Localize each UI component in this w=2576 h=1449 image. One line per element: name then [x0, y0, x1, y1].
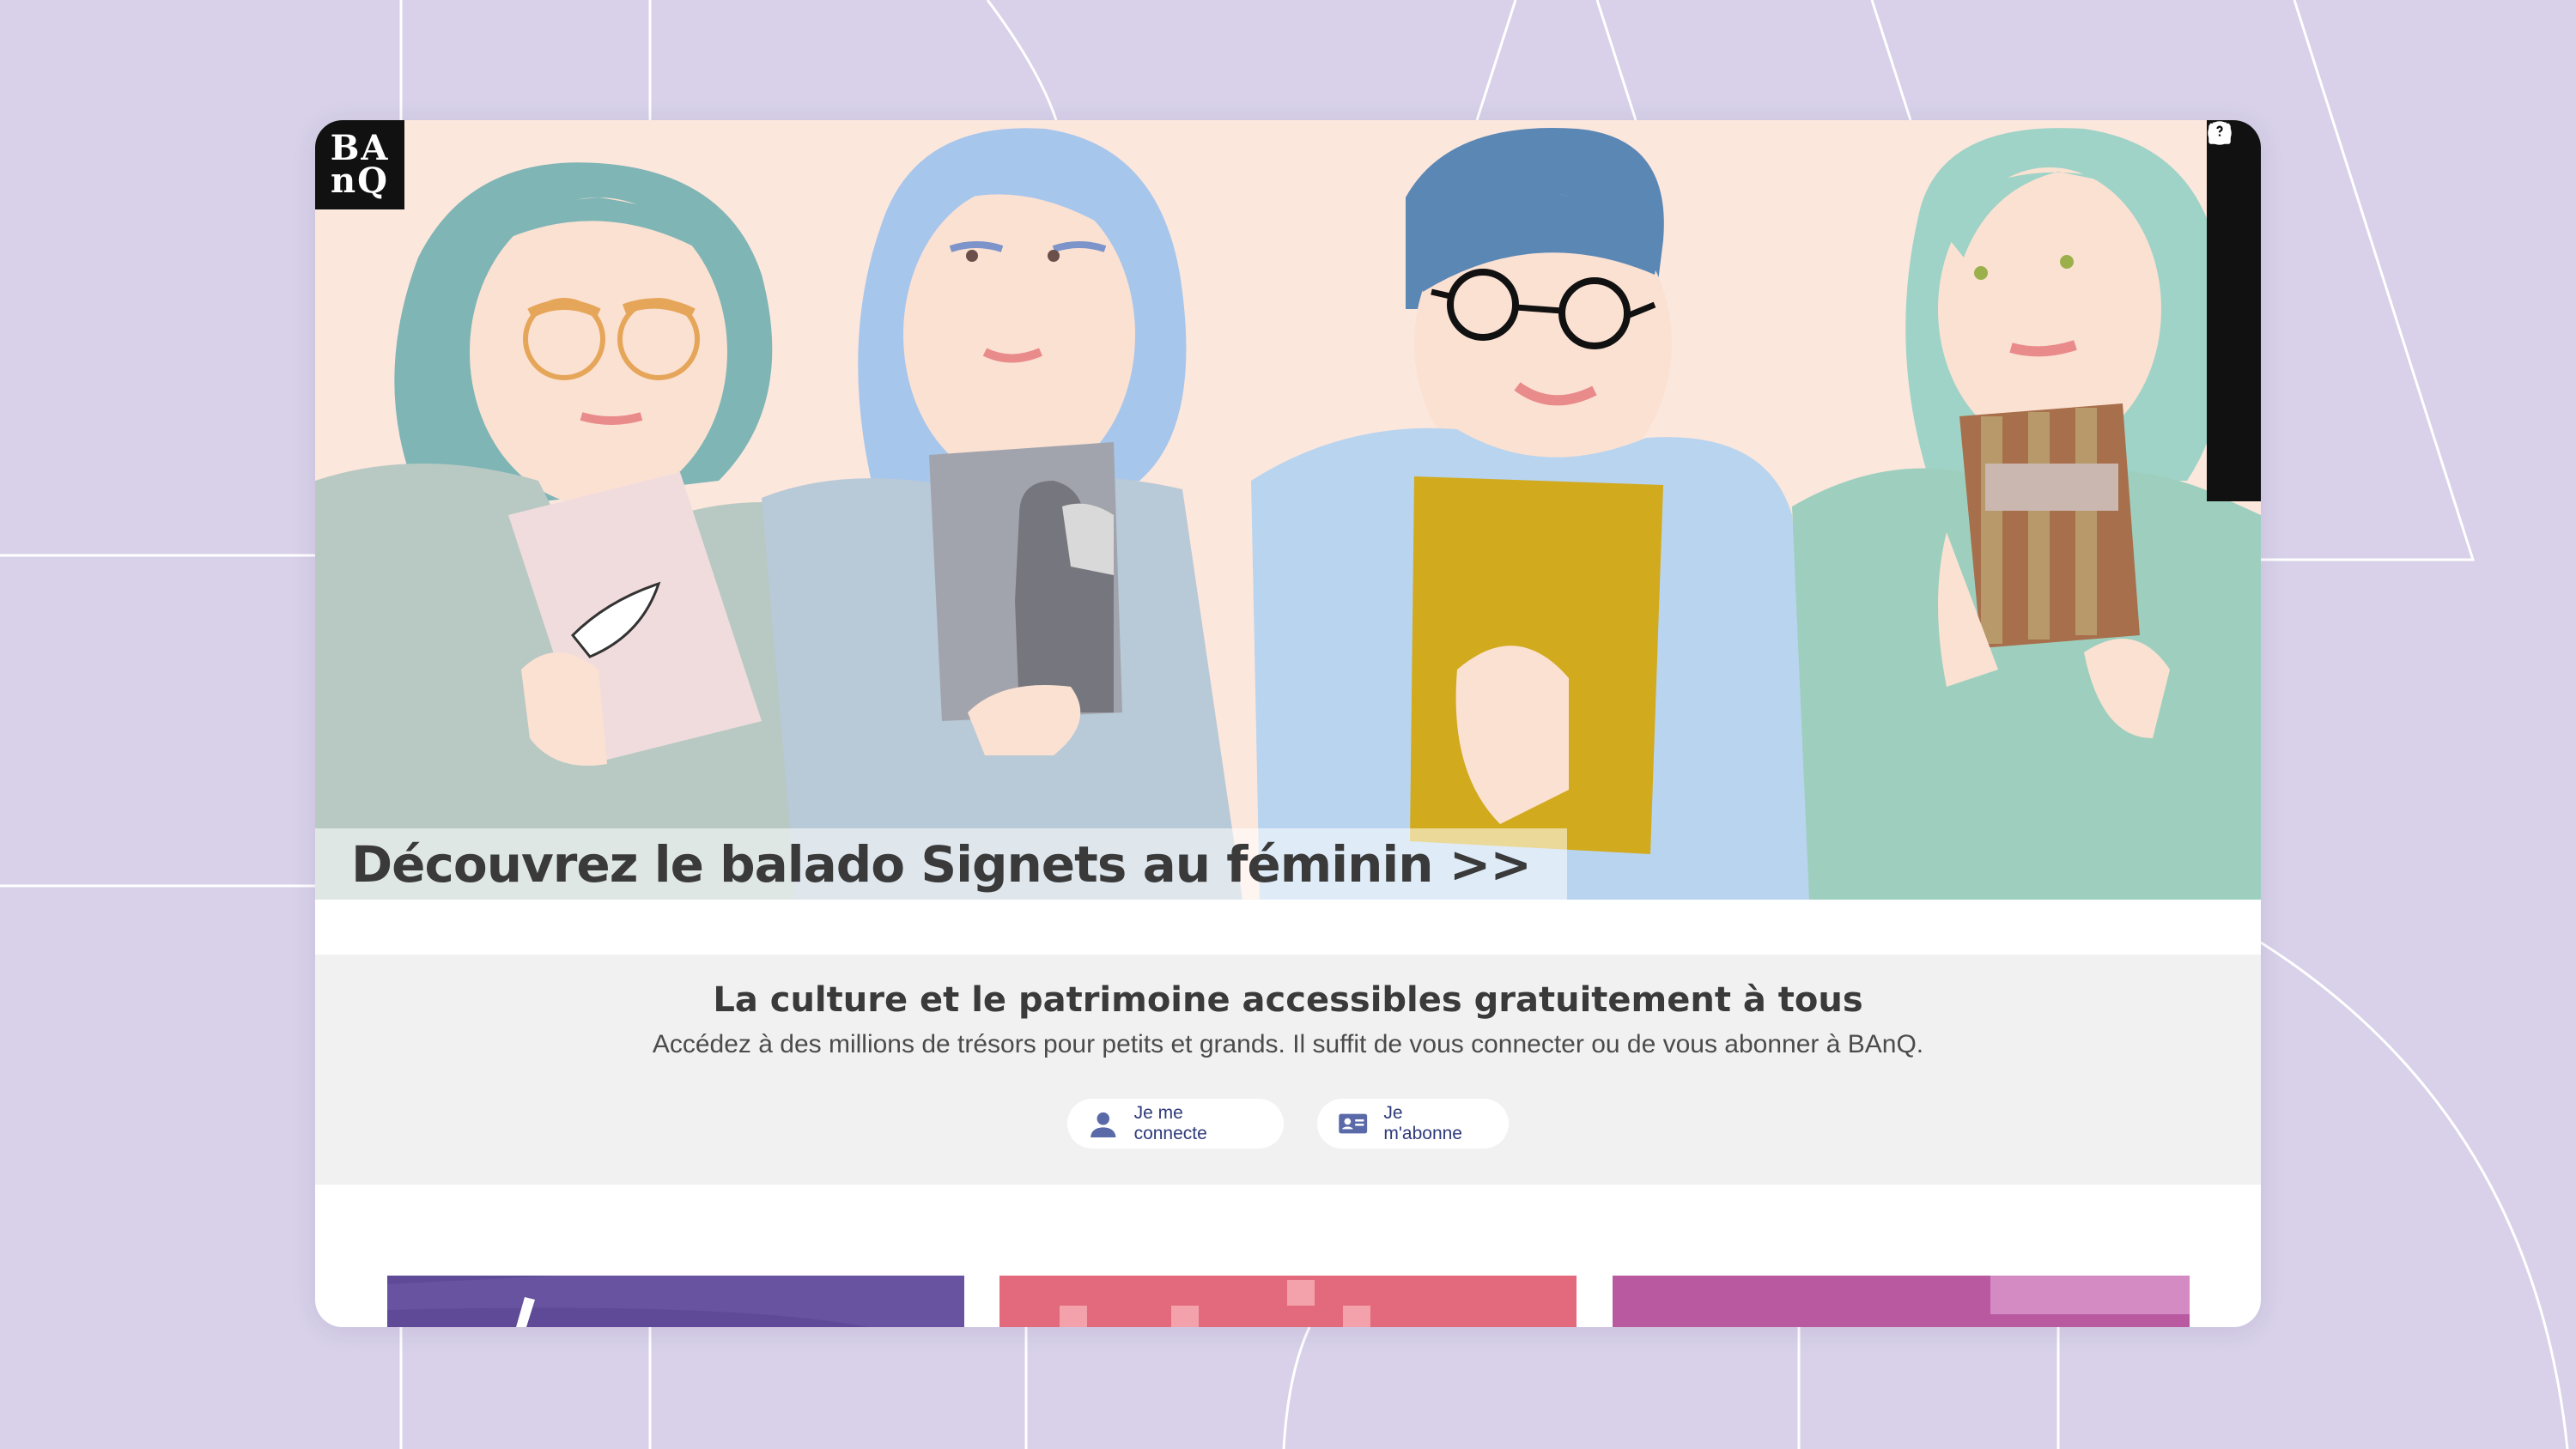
calendar-button[interactable]	[2207, 122, 2261, 395]
card-artwork	[1060, 1280, 1370, 1327]
website-window: BA nQ Découvrez le balado Signets au fém…	[315, 120, 2261, 1327]
location-button[interactable]	[2207, 122, 2261, 342]
logo-line-2: nQ	[331, 161, 389, 201]
feature-card[interactable]	[999, 1276, 1577, 1327]
hero-caption-link[interactable]: Découvrez le balado Signets au féminin >…	[315, 828, 1567, 900]
user-icon	[1091, 1112, 1116, 1137]
help-button[interactable]	[2207, 123, 2261, 501]
hero-banner[interactable]: BA nQ Découvrez le balado Signets au fém…	[315, 120, 2261, 900]
promo-section: La culture et le patrimoine accessibles …	[315, 955, 2261, 1185]
promo-subtitle: Accédez à des millions de trésors pour p…	[652, 1030, 1924, 1058]
account-button[interactable]	[2207, 124, 2261, 288]
card-row	[315, 1276, 2261, 1327]
subscribe-button[interactable]: Je m'abonne	[1317, 1099, 1509, 1149]
login-button[interactable]: Je me connecte	[1067, 1099, 1284, 1149]
login-label: Je me connecte	[1133, 1103, 1207, 1143]
promo-title: La culture et le patrimoine accessibles …	[713, 980, 1863, 1020]
feature-card[interactable]	[387, 1276, 964, 1327]
id-card-icon	[1339, 1113, 1368, 1134]
search-button[interactable]	[2207, 124, 2261, 235]
help-icon	[2209, 123, 2230, 144]
hero-illustration	[315, 128, 2261, 900]
side-toolbar	[2207, 120, 2261, 501]
feature-card[interactable]	[1613, 1276, 2190, 1327]
banq-logo[interactable]: BA nQ	[315, 120, 404, 209]
subscribe-label: Je m'abonne	[1383, 1103, 1462, 1143]
card-artwork	[387, 1276, 964, 1327]
card-artwork	[1990, 1276, 2190, 1314]
accessibility-button[interactable]	[2207, 121, 2261, 448]
